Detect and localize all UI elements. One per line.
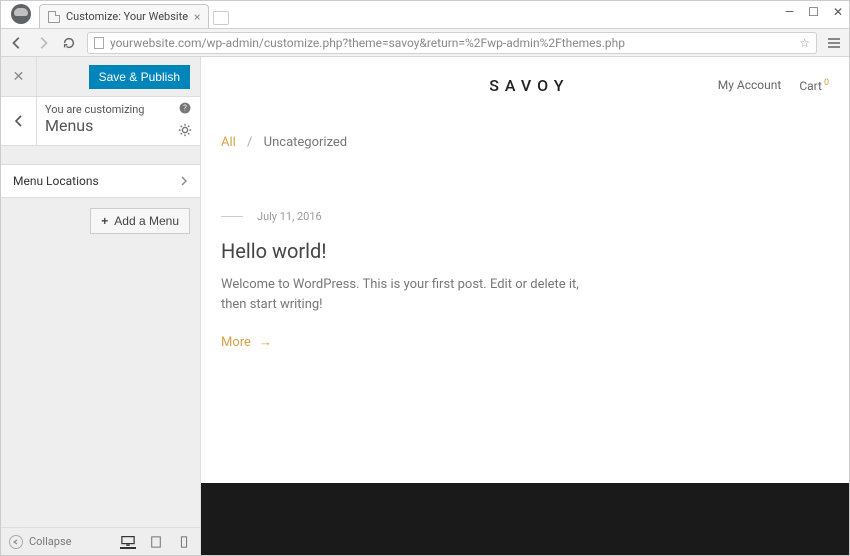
heading-subtext: You are customizing [45,103,162,116]
svg-text:?: ? [183,104,187,113]
desktop-preview-button[interactable] [120,535,136,549]
post-excerpt: Welcome to WordPress. This is your first… [221,275,601,314]
my-account-link[interactable]: My Account [718,78,782,92]
plus-icon: + [101,214,108,228]
url-text: yourwebsite.com/wp-admin/customize.php?t… [110,36,793,50]
filter-sep: / [247,135,252,150]
site-header: SAVOY My Account Cart0 [201,57,849,113]
read-more-label: More [221,335,251,350]
tablet-preview-button[interactable] [148,535,164,549]
browser-titlebar: Customize: Your Website × — ☐ ✕ [1,1,849,29]
post-title[interactable]: Hello world! [221,239,601,263]
device-preview-toggles [120,535,192,549]
browser-tab[interactable]: Customize: Your Website × [39,4,209,28]
date-line-icon [221,216,243,217]
heading-title: Menus [45,116,162,135]
collapse-icon [9,535,23,549]
browser-window: Customize: Your Website × — ☐ ✕ yourwebs… [0,0,850,556]
forward-button[interactable] [35,35,51,51]
add-menu-label: Add a Menu [114,214,179,228]
cart-label: Cart [799,79,822,93]
tab-close-icon[interactable]: × [194,10,200,24]
category-filter: All / Uncategorized [201,113,849,150]
cart-count: 0 [824,78,829,88]
cart-link[interactable]: Cart0 [799,78,829,93]
site-info-icon [94,37,104,49]
site-preview: SAVOY My Account Cart0 All / Uncategoriz… [201,57,849,555]
window-controls: — ☐ ✕ [785,5,843,19]
arrow-right-icon: → [259,334,271,350]
customizer-footer: Collapse [1,527,200,555]
customizer-topbar: ✕ Save & Publish [1,57,200,97]
reload-button[interactable] [61,35,77,51]
close-window-button[interactable]: ✕ [833,5,843,19]
collapse-button[interactable]: Collapse [9,535,71,549]
filter-all[interactable]: All [221,135,236,150]
maximize-button[interactable]: ☐ [808,5,819,19]
app-area: ✕ Save & Publish You are customizing Men… [1,57,849,555]
help-icon[interactable]: ? [178,101,192,119]
browser-toolbar: yourwebsite.com/wp-admin/customize.php?t… [1,29,849,57]
site-footer [201,483,849,555]
save-publish-button[interactable]: Save & Publish [89,65,190,89]
post: July 11, 2016 Hello world! Welcome to Wo… [201,150,621,390]
add-menu-button[interactable]: + Add a Menu [90,208,190,234]
browser-menu-button[interactable] [827,38,841,48]
incognito-icon [11,4,31,24]
address-bar[interactable]: yourwebsite.com/wp-admin/customize.php?t… [87,32,817,54]
gear-icon[interactable] [178,123,192,141]
back-button[interactable] [9,35,25,51]
mobile-preview-button[interactable] [176,535,192,549]
back-panel-button[interactable] [1,97,37,145]
site-brand[interactable]: SAVOY [341,76,718,95]
close-customizer-button[interactable]: ✕ [1,57,37,96]
tab-title: Customize: Your Website [66,10,188,23]
page-icon [48,11,60,23]
customizer-sidebar: ✕ Save & Publish You are customizing Men… [1,57,201,555]
new-tab-button[interactable] [213,11,229,25]
read-more-link[interactable]: More → [221,334,271,350]
filter-uncategorized[interactable]: Uncategorized [264,135,347,150]
collapse-label: Collapse [29,535,71,548]
post-date: July 11, 2016 [257,210,322,223]
menu-locations-item[interactable]: Menu Locations [1,164,200,198]
bookmark-icon[interactable]: ☆ [799,36,810,50]
minimize-button[interactable]: — [785,5,794,19]
menu-locations-label: Menu Locations [13,174,99,188]
customizer-heading: You are customizing Menus ? [1,97,200,146]
